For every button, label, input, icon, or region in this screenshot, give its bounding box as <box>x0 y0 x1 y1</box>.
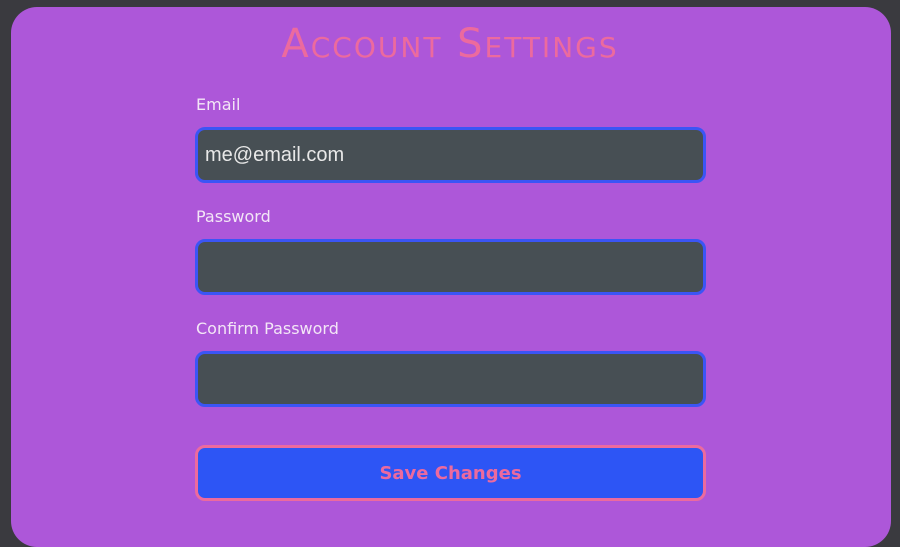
email-label: Email <box>196 95 241 114</box>
confirm-password-label: Confirm Password <box>196 319 339 338</box>
email-field[interactable] <box>195 127 706 183</box>
save-changes-button[interactable]: Save Changes <box>195 445 706 501</box>
password-label: Password <box>196 207 271 226</box>
page-title: Account Settings <box>281 21 619 67</box>
confirm-password-field[interactable] <box>195 351 706 407</box>
password-field[interactable] <box>195 239 706 295</box>
